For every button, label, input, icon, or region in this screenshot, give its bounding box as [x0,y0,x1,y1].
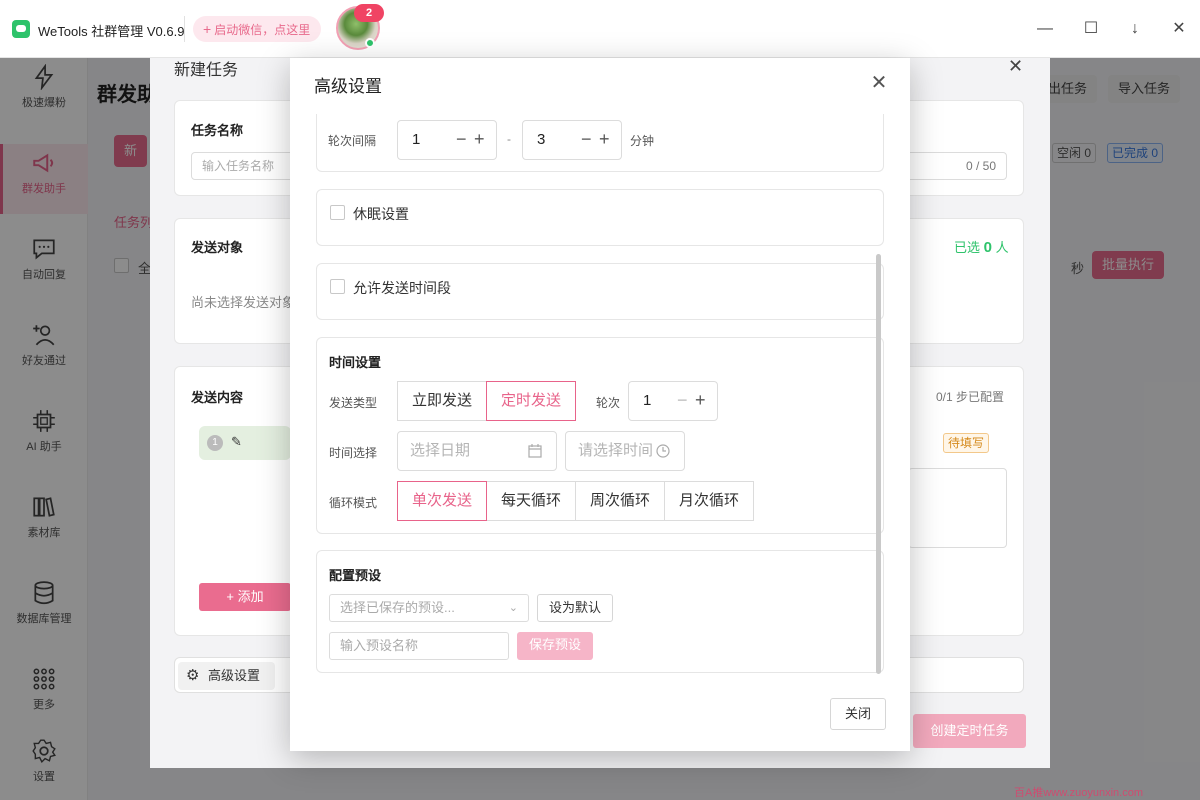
title-bar: WeTools 社群管理 V0.6.9 + 启动微信，点这里 2 — ☐ ↓ ✕ [0,0,1200,58]
set-default-button[interactable]: 设为默认 [537,594,613,622]
sleep-checkbox[interactable] [330,205,345,220]
steps-configured: 0/1 步已配置 [936,390,1005,404]
task-name-counter: 0 / 50 [965,159,996,173]
app-logo-icon [12,20,30,38]
allow-window-label: 允许发送时间段 [353,280,451,296]
round-interval-label: 轮次间隔 [328,134,377,148]
clock-icon [656,444,670,458]
preset-select[interactable]: 选择已保存的预设... ⌄ [329,594,529,622]
target-title: 发送对象 [191,240,244,255]
launch-wechat-button[interactable]: + 启动微信，点这里 [193,16,321,42]
add-step-button[interactable]: + 添加 [199,583,291,611]
minimize-icon[interactable]: — [1033,17,1057,41]
close-window-icon[interactable]: ✕ [1167,17,1191,41]
minus-icon[interactable]: − [677,390,688,411]
selected-number: 0 [983,239,992,256]
preset-name-placeholder: 输入预设名称 [340,638,419,653]
sleep-label: 休眠设置 [353,206,409,222]
send-type-immediate[interactable]: 立即发送 [397,381,487,421]
gear-icon: ⚙ [186,667,200,684]
chevron-down-icon: ⌄ [508,602,518,614]
time-picker[interactable]: 请选择时间 [565,431,685,471]
new-task-dialog-title: 新建任务 [174,62,239,79]
time-settings-title: 时间设置 [329,355,382,370]
notification-badge: 2 [354,4,384,22]
calendar-icon [528,444,542,458]
time-select-label: 时间选择 [329,446,378,460]
loop-monthly[interactable]: 月次循环 [664,481,754,521]
stepper-value: 3 [537,131,546,148]
pending-tag: 待填写 [943,433,990,453]
loop-weekly[interactable]: 周次循环 [575,481,665,521]
modal-title: 高级设置 [314,77,382,96]
loop-daily[interactable]: 每天循环 [486,481,576,521]
round-interval-min-stepper[interactable]: 1 − + [397,120,497,160]
task-name-placeholder: 输入任务名称 [202,159,275,173]
step-number: 1 [207,435,223,451]
advanced-settings-modal: 高级设置 ✕ 轮次间隔 1 − + - 3 − + 分钟 休眠设置 允许发送时间… [290,58,910,751]
time-placeholder: 请选择时间 [578,442,654,459]
allow-window-checkbox[interactable] [330,279,345,294]
loop-mode-label: 循环模式 [329,496,378,510]
task-name-title: 任务名称 [191,123,244,138]
plus-icon[interactable]: + [599,129,610,150]
minus-icon[interactable]: − [456,129,467,150]
send-type-label: 发送类型 [329,396,378,410]
launch-wechat-label: 启动微信，点这里 [214,23,311,37]
close-icon[interactable]: ✕ [1008,56,1023,77]
range-dash: - [507,132,511,146]
content-title: 发送内容 [191,390,244,405]
title-divider [184,16,185,42]
plus-icon[interactable]: + [695,390,706,411]
selected-count: 已选 0 人 [954,237,1009,256]
advanced-settings-label: 高级设置 [208,668,261,683]
modal-scrollbar[interactable] [876,254,881,674]
plus-icon: + [203,21,212,37]
minutes-unit: 分钟 [630,134,655,148]
selected-suffix: 人 [995,240,1009,255]
date-picker[interactable]: 选择日期 [397,431,557,471]
create-scheduled-task-button[interactable]: 创建定时任务 [913,714,1026,748]
content-textarea[interactable] [908,468,1007,548]
rounds-label: 轮次 [596,396,621,410]
plus-icon[interactable]: + [474,129,485,150]
close-button[interactable]: 关闭 [830,698,886,730]
preset-select-placeholder: 选择已保存的预设... [340,600,455,615]
round-interval-max-stepper[interactable]: 3 − + [522,120,622,160]
stepper-value: 1 [643,392,652,409]
loop-single[interactable]: 单次发送 [397,481,487,521]
target-empty-text: 尚未选择发送对象 [191,295,296,310]
edit-icon: ✎ [231,434,242,449]
advanced-settings-button[interactable]: ⚙ 高级设置 [178,662,275,690]
watermark: 百A推www.zuoyunxin.com [1014,787,1143,799]
download-icon[interactable]: ↓ [1123,17,1147,41]
maximize-icon[interactable]: ☐ [1079,17,1103,41]
stepper-value: 1 [412,131,421,148]
rounds-stepper[interactable]: 1 − + [628,381,718,421]
app-title: WeTools 社群管理 V0.6.9 [38,24,185,39]
step-item[interactable]: 1 ✎ [199,426,291,460]
close-icon[interactable]: ✕ [868,72,890,94]
minus-icon[interactable]: − [581,129,592,150]
selected-prefix: 已选 [954,240,981,255]
online-status-dot [365,38,375,48]
preset-name-input[interactable]: 输入预设名称 [329,632,509,660]
preset-title: 配置预设 [329,568,382,583]
date-placeholder: 选择日期 [410,442,471,459]
send-type-scheduled[interactable]: 定时发送 [486,381,576,421]
save-preset-button[interactable]: 保存预设 [517,632,593,660]
